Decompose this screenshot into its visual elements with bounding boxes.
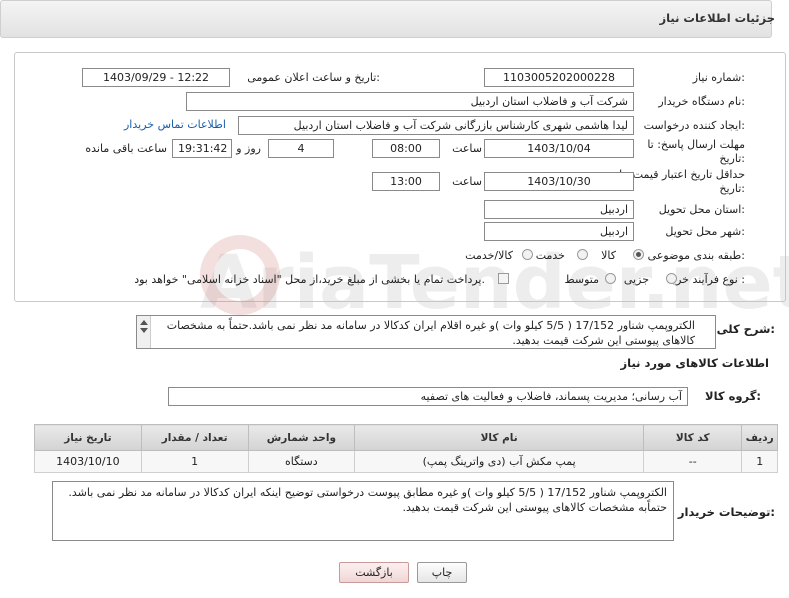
goods-group-field: آب رسانی؛ مدیریت پسماند، فاضلاب و فعالیت… [168, 387, 688, 406]
goods-table-header: ردیف کد کالا نام کالا واحد شمارش تعداد /… [34, 424, 778, 451]
validity-label: حداقل تاریخ اعتبار قیمت: تا [619, 168, 745, 181]
col-quantity: تعداد / مقدار [140, 424, 249, 451]
print-button[interactable]: چاپ [417, 562, 467, 583]
process-type-label: نوع فرآیند خرید : [667, 273, 745, 286]
announce-date-label: تاریخ و ساعت اعلان عمومی: [247, 71, 380, 84]
col-need-date: تاریخ نیاز [34, 424, 142, 451]
treasury-payment-checkbox[interactable] [498, 273, 509, 284]
category-goods-service-label: کالا/خدمت [465, 249, 513, 262]
summary-textarea[interactable]: الکتروپمپ شناور 17/152 ( 5/5 کیلو وات )و… [136, 315, 716, 349]
col-unit: واحد شمارش [247, 424, 356, 451]
goods-table: ردیف کد کالا نام کالا واحد شمارش تعداد /… [34, 424, 778, 473]
buyer-notes-field: الکتروپمپ شناور 17/152 ( 5/5 کیلو وات )و… [52, 481, 674, 541]
category-goods-radio[interactable] [633, 249, 644, 260]
deadline-time-label: ساعت [452, 142, 482, 155]
buyer-notes-text: الکتروپمپ شناور 17/152 ( 5/5 کیلو وات )و… [68, 486, 667, 514]
validity-date-field: 1403/10/30 [484, 172, 634, 191]
col-goods-name: نام کالا [354, 424, 645, 451]
quantity-cell: 1 [140, 450, 249, 473]
province-label: استان محل تحویل: [658, 203, 745, 216]
goods-group-label: گروه کالا: [705, 389, 761, 403]
province-field: اردبیل [484, 200, 634, 219]
remaining-days-field: 4 [268, 139, 334, 158]
goods-section-title: اطلاعات کالاهای مورد نیاز [620, 356, 769, 370]
remaining-time-field: 19:31:42 [172, 139, 232, 158]
deadline-time-field: 08:00 [372, 139, 440, 158]
deadline-label: مهلت ارسال پاسخ: تا [647, 138, 745, 151]
buyer-org-label: نام دستگاه خریدار: [658, 95, 745, 108]
category-service-radio[interactable] [577, 249, 588, 260]
buyer-contact-link[interactable]: اطلاعات تماس خریدار [124, 118, 226, 131]
scroll-down-arrow-icon[interactable] [140, 328, 148, 333]
deadline-label-2: تاریخ: [719, 152, 745, 165]
validity-time-field: 13:00 [372, 172, 440, 191]
need-date-cell: 1403/10/10 [34, 450, 142, 473]
back-button[interactable]: بازگشت [339, 562, 409, 583]
process-minor-label: جزیی [623, 273, 649, 286]
category-goods-service-radio[interactable] [522, 249, 533, 260]
row-number-cell: 1 [741, 450, 778, 473]
col-goods-code: کد کالا [643, 424, 743, 451]
scroll-up-arrow-icon[interactable] [140, 320, 148, 325]
category-label: طبقه بندی موضوعی: [647, 249, 745, 262]
announce-date-field: 1403/09/29 - 12:22 [82, 68, 230, 87]
need-number-label: شماره نیاز: [692, 71, 745, 84]
col-row-number: ردیف [741, 424, 778, 451]
remaining-time-label: ساعت باقی مانده [85, 142, 167, 155]
creator-label: ایجاد کننده درخواست: [643, 119, 745, 132]
deadline-date-field: 1403/10/04 [484, 139, 634, 158]
process-medium-radio[interactable] [605, 273, 616, 284]
city-label: شهر محل تحویل: [665, 225, 745, 238]
need-number-field: 1103005202000228 [484, 68, 634, 87]
goods-name-cell: پمپ مکش آب (دی واترینگ پمپ) [354, 450, 645, 473]
summary-text: الکتروپمپ شناور 17/152 ( 5/5 کیلو وات )و… [166, 319, 695, 347]
category-service-label: خدمت [535, 249, 565, 262]
category-goods-label: کالا [601, 249, 616, 262]
goods-code-cell: -- [643, 450, 743, 473]
page-title: جزئیات اطلاعات نیاز [659, 11, 775, 25]
buyer-notes-label: توضیحات خریدار: [677, 505, 775, 519]
buyer-org-field: شرکت آب و فاضلاب استان اردبیل [186, 92, 634, 111]
process-medium-label: متوسط [564, 273, 599, 286]
table-row: 1 -- پمپ مکش آب (دی واترینگ پمپ) دستگاه … [34, 450, 778, 473]
unit-cell: دستگاه [247, 450, 356, 473]
city-field: اردبیل [484, 222, 634, 241]
summary-scrollbar[interactable] [137, 316, 151, 348]
page-header: جزئیات اطلاعات نیاز [0, 0, 775, 38]
days-label: روز و [236, 142, 261, 155]
process-minor-radio[interactable] [666, 273, 677, 284]
creator-field: لیدا هاشمی شهری کارشناس بازرگانی شرکت آب… [238, 116, 634, 135]
validity-time-label: ساعت [452, 175, 482, 188]
validity-label-2: تاریخ: [719, 182, 745, 195]
treasury-payment-note: پرداخت تمام یا بخشی از مبلغ خرید،از محل … [134, 273, 485, 286]
